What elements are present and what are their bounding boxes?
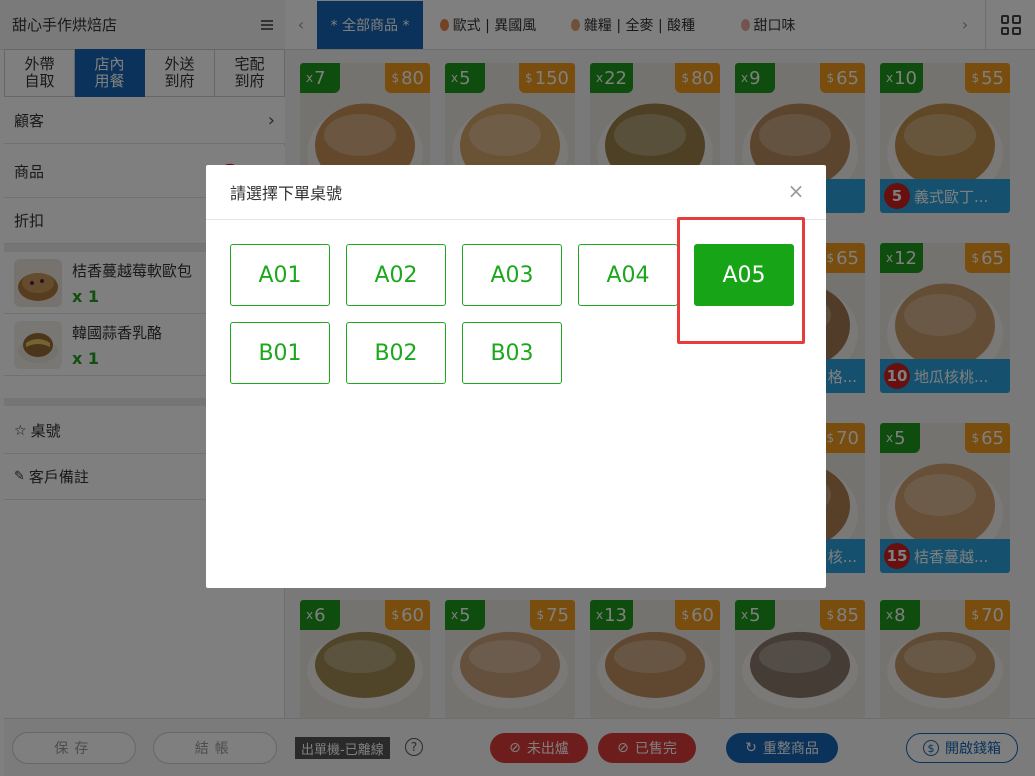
table-button-a01[interactable]: A01 <box>230 244 330 306</box>
selection-highlight <box>677 217 805 344</box>
close-icon[interactable]: × <box>786 181 806 201</box>
table-button-a02[interactable]: A02 <box>346 244 446 306</box>
dialog-title: 請選擇下單桌號 <box>230 184 343 203</box>
table-button-b03[interactable]: B03 <box>462 322 562 384</box>
table-button-b01[interactable]: B01 <box>230 322 330 384</box>
table-button-b02[interactable]: B02 <box>346 322 446 384</box>
dialog-header: 請選擇下單桌號 × <box>206 165 826 220</box>
table-button-a04[interactable]: A04 <box>578 244 678 306</box>
table-button-a03[interactable]: A03 <box>462 244 562 306</box>
